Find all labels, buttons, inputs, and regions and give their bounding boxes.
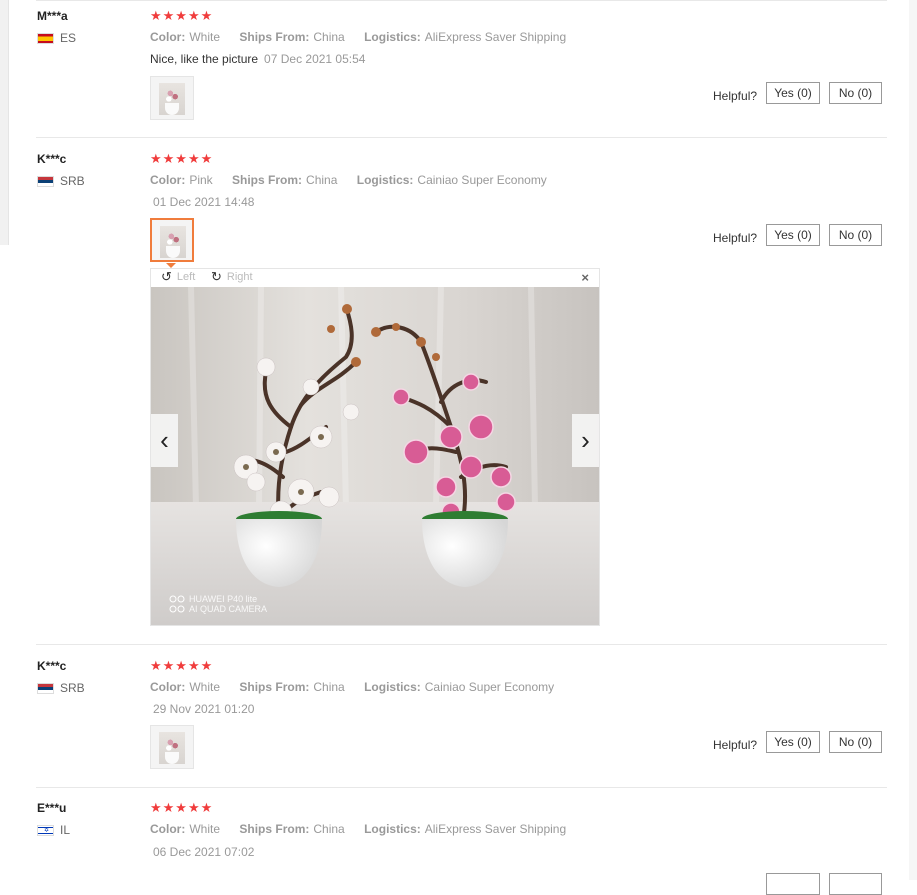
review-date: 01 Dec 2021 14:48 <box>153 195 255 209</box>
helpful-no-button[interactable]: No (0) <box>829 82 882 104</box>
ships-from-label: Ships From: <box>232 173 303 187</box>
reviewer-country: ES <box>37 31 76 45</box>
color-label: Color: <box>150 173 186 187</box>
helpful-label: Helpful? <box>713 738 758 752</box>
review-photo-thumbnail-selected[interactable] <box>150 218 194 262</box>
reviewer-name: K***c <box>37 152 67 166</box>
ships-from-value: China <box>313 680 345 694</box>
right-panel-edge <box>909 0 917 880</box>
rotate-left-icon: ↺ <box>161 269 172 284</box>
review-photo-thumbnail[interactable] <box>150 725 194 769</box>
photo-viewer: ↺ Left ↻ Right × HUAWEI P40 lite AI QUAD… <box>150 268 600 626</box>
review-date: 29 Nov 2021 01:20 <box>153 702 255 716</box>
divider <box>36 644 887 645</box>
ships-from-label: Ships From: <box>239 680 310 694</box>
country-code: IL <box>60 823 71 837</box>
ships-from-value: China <box>313 30 345 44</box>
watermark-camera: AI QUAD CAMERA <box>189 604 267 614</box>
rotate-right-label: Right <box>226 271 253 283</box>
logistics-label: Logistics: <box>364 680 421 694</box>
review-attributes: Color: White Ships From: China Logistics: A… <box>150 822 582 836</box>
watermark-brand: HUAWEI P40 lite <box>189 594 257 604</box>
review-date: 07 Dec 2021 05:54 <box>264 52 366 66</box>
country-code: SRB <box>60 174 85 188</box>
divider <box>36 787 887 788</box>
logistics-value: AliExpress Saver Shipping <box>424 822 567 836</box>
close-icon[interactable]: × <box>581 270 589 285</box>
reviewer-name: E***u <box>37 801 67 815</box>
ships-from-value: China <box>313 822 345 836</box>
viewer-toolbar: ↺ Left ↻ Right × <box>151 269 599 287</box>
star-rating: ★★★★★ <box>150 800 214 815</box>
color-label: Color: <box>150 30 186 44</box>
flag-il-icon: ✡ <box>37 824 54 836</box>
review-text-row: Nice, like the picture 07 Dec 2021 05:54 <box>150 52 365 66</box>
rotate-right-button[interactable]: ↻ Right <box>211 269 253 284</box>
chevron-right-icon[interactable]: › <box>572 414 599 467</box>
chevron-left-icon[interactable]: ‹ <box>151 414 178 467</box>
review-photo-thumbnail[interactable] <box>150 76 194 120</box>
review-attributes: Color: White Ships From: China Logistics: C… <box>150 680 570 694</box>
star-rating: ★★★★★ <box>150 151 214 166</box>
color-label: Color: <box>150 680 186 694</box>
color-value: White <box>189 680 221 694</box>
review-attributes: Color: White Ships From: China Logistics: A… <box>150 30 582 44</box>
country-code: SRB <box>60 681 85 695</box>
logistics-value: Cainiao Super Economy <box>417 173 547 187</box>
country-code: ES <box>60 31 77 45</box>
reviewer-country: SRB <box>37 681 85 695</box>
logistics-value: Cainiao Super Economy <box>424 680 555 694</box>
color-label: Color: <box>150 822 186 836</box>
flag-es-icon <box>37 32 54 44</box>
helpful-yes-button[interactable]: Yes (0) <box>766 224 820 246</box>
rotate-left-label: Left <box>176 271 196 283</box>
helpful-yes-button[interactable]: Yes (0) <box>766 82 820 104</box>
left-panel-edge <box>0 0 9 245</box>
logistics-label: Logistics: <box>364 30 421 44</box>
helpful-yes-button[interactable]: Yes (0) <box>766 731 820 753</box>
flag-srb-icon <box>37 682 54 694</box>
reviewer-country: SRB <box>37 174 85 188</box>
helpful-yes-button[interactable] <box>766 873 820 895</box>
color-value: White <box>189 822 221 836</box>
helpful-no-button[interactable]: No (0) <box>829 731 882 753</box>
helpful-label: Helpful? <box>713 231 758 245</box>
logistics-label: Logistics: <box>356 173 414 187</box>
flag-srb-icon <box>37 175 54 187</box>
divider <box>36 0 887 1</box>
reviewer-country: ✡ IL <box>37 823 70 837</box>
reviewer-name: M***a <box>37 9 68 23</box>
reviewer-name: K***c <box>37 659 67 673</box>
ships-from-label: Ships From: <box>239 30 310 44</box>
helpful-no-button[interactable] <box>829 873 882 895</box>
star-rating: ★★★★★ <box>150 8 214 23</box>
helpful-no-button[interactable]: No (0) <box>829 224 882 246</box>
helpful-label: Helpful? <box>713 89 758 103</box>
rotate-right-icon: ↻ <box>211 269 222 284</box>
logistics-label: Logistics: <box>364 822 421 836</box>
review-text: Nice, like the picture <box>150 52 259 66</box>
logistics-value: AliExpress Saver Shipping <box>424 30 567 44</box>
review-attributes: Color: Pink Ships From: China Logistics: Ca… <box>150 173 563 187</box>
rotate-left-button[interactable]: ↺ Left <box>161 269 196 284</box>
divider <box>36 137 887 138</box>
ships-from-value: China <box>306 173 338 187</box>
review-date: 06 Dec 2021 07:02 <box>153 845 255 859</box>
color-value: Pink <box>189 173 213 187</box>
color-value: White <box>189 30 221 44</box>
star-rating: ★★★★★ <box>150 658 214 673</box>
review-photo-large: HUAWEI P40 lite AI QUAD CAMERA <box>151 287 599 625</box>
ships-from-label: Ships From: <box>239 822 310 836</box>
